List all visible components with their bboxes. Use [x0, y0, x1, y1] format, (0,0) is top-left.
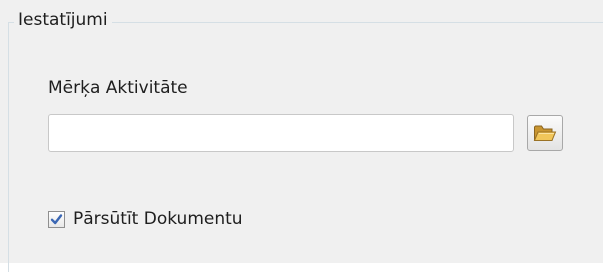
settings-panel: Iestatījumi Mērķa Aktivitāte Pārsūtīt Do… [0, 0, 603, 272]
target-activity-label: Mērķa Aktivitāte [48, 78, 188, 98]
browse-button[interactable] [527, 115, 563, 151]
forward-document-option[interactable]: Pārsūtīt Dokumentu [48, 208, 243, 230]
checkmark-icon [50, 213, 63, 224]
target-activity-input[interactable] [48, 114, 514, 152]
settings-group-title: Iestatījumi [14, 9, 112, 31]
forward-document-checkbox[interactable] [48, 210, 65, 228]
forward-document-label: Pārsūtīt Dokumentu [73, 209, 243, 229]
folder-open-icon [533, 125, 557, 141]
